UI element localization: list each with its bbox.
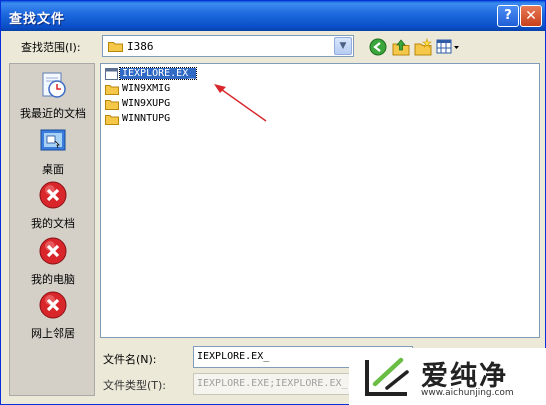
place-recent-documents[interactable]: 我最近的文档 bbox=[10, 70, 96, 121]
folder-name: WIN9XUPG bbox=[122, 98, 171, 109]
filename-label: 文件名(N): bbox=[103, 353, 157, 366]
watermark: 爱纯净 www.aichunjing.com bbox=[349, 348, 546, 405]
place-label: 网上邻居 bbox=[31, 327, 75, 340]
view-menu-icon[interactable] bbox=[436, 38, 460, 56]
error-icon bbox=[39, 237, 67, 265]
new-folder-icon[interactable] bbox=[414, 38, 432, 56]
places-bar: 我最近的文档 桌面 我的文档 我的电脑 网上邻居 bbox=[9, 63, 95, 396]
place-network[interactable]: 网上邻居 bbox=[10, 290, 96, 341]
look-in-dropdown[interactable]: I386 ▼ bbox=[102, 35, 354, 57]
error-icon bbox=[39, 181, 67, 209]
place-label: 我的文档 bbox=[31, 217, 75, 230]
recent-documents-icon bbox=[42, 72, 66, 98]
filetype-dropdown[interactable]: IEXPLORE.EXE;IEXPLORE.EX_ bbox=[193, 373, 358, 395]
look-in-value: I386 bbox=[127, 40, 154, 53]
place-label: 桌面 bbox=[42, 163, 64, 176]
annotation-arrow-icon bbox=[214, 84, 267, 122]
up-folder-icon[interactable] bbox=[392, 38, 410, 56]
folder-icon bbox=[105, 100, 119, 110]
place-my-computer[interactable]: 我的电脑 bbox=[10, 236, 96, 287]
chevron-down-icon[interactable]: ▼ bbox=[334, 37, 352, 55]
back-icon[interactable] bbox=[369, 38, 387, 56]
find-file-dialog: 查找文件 ? ✕ 查找范围(I): I386 ▼ 我最近的文档 桌面 我的文档 … bbox=[0, 0, 546, 405]
folder-icon bbox=[108, 42, 123, 52]
place-desktop[interactable]: 桌面 bbox=[10, 126, 96, 177]
place-label: 我最近的文档 bbox=[20, 107, 86, 120]
help-button[interactable]: ? bbox=[497, 5, 519, 27]
folder-icon bbox=[105, 85, 119, 95]
filetype-label: 文件类型(T): bbox=[103, 379, 167, 392]
place-my-documents[interactable]: 我的文档 bbox=[10, 180, 96, 231]
place-label: 我的电脑 bbox=[31, 273, 75, 286]
watermark-url: www.aichunjing.com bbox=[421, 388, 514, 398]
folder-name: WIN9XMIG bbox=[122, 83, 171, 94]
window-title: 查找文件 bbox=[9, 12, 66, 27]
look-in-label: 查找范围(I): bbox=[21, 41, 81, 54]
file-list[interactable]: IEXPLORE.EX_ WIN9XMIG WIN9XUPG WINNTUPG bbox=[100, 63, 540, 338]
watermark-logo-icon bbox=[365, 357, 409, 396]
close-button[interactable]: ✕ bbox=[520, 5, 542, 27]
error-icon bbox=[39, 291, 67, 319]
file-icon bbox=[105, 68, 118, 80]
folder-icon bbox=[105, 115, 119, 125]
folder-name: WINNTUPG bbox=[122, 113, 171, 124]
desktop-icon bbox=[40, 129, 66, 151]
file-name: IEXPLORE.EX_ bbox=[118, 67, 198, 80]
title-bar[interactable]: 查找文件 ? ✕ bbox=[1, 1, 545, 31]
